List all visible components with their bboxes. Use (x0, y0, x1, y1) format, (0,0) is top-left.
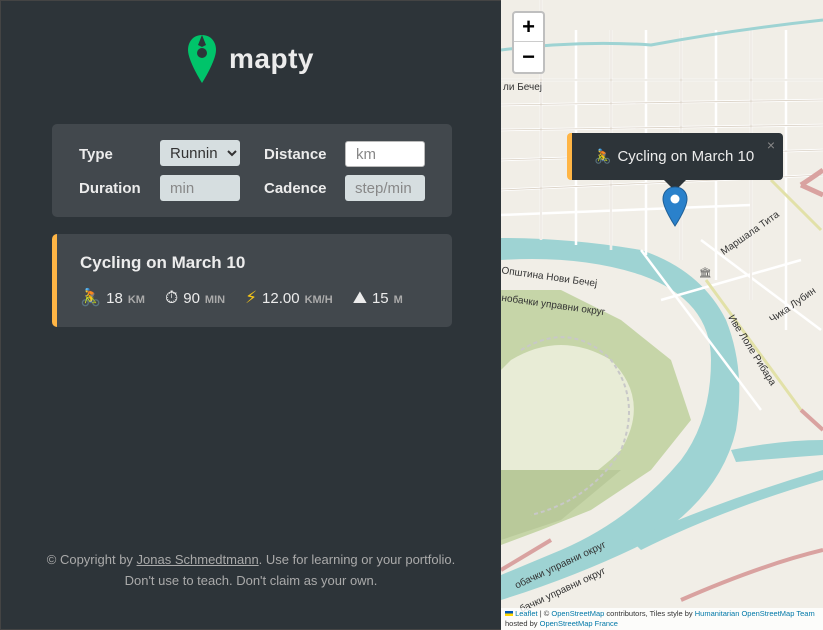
type-label: Type (79, 146, 113, 163)
author-link[interactable]: Jonas Schmedtmann (137, 552, 259, 567)
zoom-out-button[interactable]: − (514, 42, 543, 71)
workout-details: 🚴 18 km ⏱ 90 min ⚡ 12.00 km/h ⛰ 15 m (80, 288, 423, 308)
osm-france-link[interactable]: OpenStreetMap France (540, 619, 618, 628)
type-select[interactable]: Running Cycling (160, 140, 240, 166)
street-label-1: ли Бечеј (503, 82, 542, 93)
hot-link[interactable]: Humanitarian OpenStreetMap Team (695, 609, 815, 618)
distance-unit: km (127, 294, 145, 306)
logo: mapty (187, 31, 314, 87)
mountain-icon: ⛰ (352, 288, 367, 307)
cadence-label: Cadence (264, 180, 327, 197)
attribution-sep: | © (537, 609, 552, 618)
workout-speed: ⚡ 12.00 km/h (245, 288, 333, 308)
workout-card[interactable]: Cycling on March 10 🚴 18 km ⏱ 90 min ⚡ 1… (52, 234, 452, 327)
duration-label: Duration (79, 180, 141, 197)
popup-close-button[interactable]: × (767, 137, 775, 153)
workout-elevation: ⛰ 15 m (353, 288, 403, 308)
map-attribution: Leaflet | © OpenStreetMap contributors, … (501, 608, 823, 630)
attribution-mid: contributors, Tiles style by (604, 609, 695, 618)
logo-text: mapty (229, 43, 314, 74)
stopwatch-icon: ⏱ (164, 288, 179, 307)
osm-link[interactable]: OpenStreetMap (551, 609, 604, 618)
bicycle-icon: 🚴 (80, 288, 102, 307)
distance-label: Distance (264, 146, 327, 163)
bicycle-icon: 🚴 (594, 148, 612, 164)
elevation-value: 15 (371, 290, 389, 307)
copyright-prefix: © Copyright by (46, 552, 137, 567)
map-pin-icon (188, 35, 216, 83)
popup-text: Cycling on March 10 (617, 148, 755, 165)
map[interactable]: ли Бечеј Маршала Тита Општина Нови Бечеј… (501, 0, 823, 630)
attribution-hosted: hosted by (505, 619, 540, 628)
workout-title: Cycling on March 10 (80, 253, 246, 272)
flag-icon (505, 611, 513, 616)
zoom-control: + − (512, 11, 545, 74)
elevation-unit: m (393, 294, 403, 306)
duration-value: 90 (183, 290, 200, 307)
duration-input[interactable] (160, 175, 240, 201)
zoom-in-button[interactable]: + (514, 13, 543, 42)
lightning-icon: ⚡ (245, 288, 258, 307)
town-hall-icon: 🏛 (699, 268, 712, 279)
copyright: © Copyright by Jonas Schmedtmann. Use fo… (41, 549, 461, 591)
workout-form: Type Running Cycling Distance Duration C… (52, 124, 452, 217)
workout-popup[interactable]: 🚴 Cycling on March 10 × (567, 133, 783, 180)
leaflet-link[interactable]: Leaflet (515, 609, 538, 618)
distance-value: 18 (106, 290, 123, 307)
map-marker-icon[interactable] (662, 186, 688, 227)
workout-distance: 🚴 18 km (80, 288, 145, 308)
distance-input[interactable] (345, 141, 425, 167)
workout-duration: ⏱ 90 min (165, 288, 225, 308)
cadence-input[interactable] (345, 175, 425, 201)
duration-unit: min (204, 294, 226, 306)
speed-unit: km/h (304, 294, 333, 306)
speed-value: 12.00 (262, 290, 300, 307)
sidebar: mapty Type Running Cycling Distance Dura… (0, 0, 501, 630)
